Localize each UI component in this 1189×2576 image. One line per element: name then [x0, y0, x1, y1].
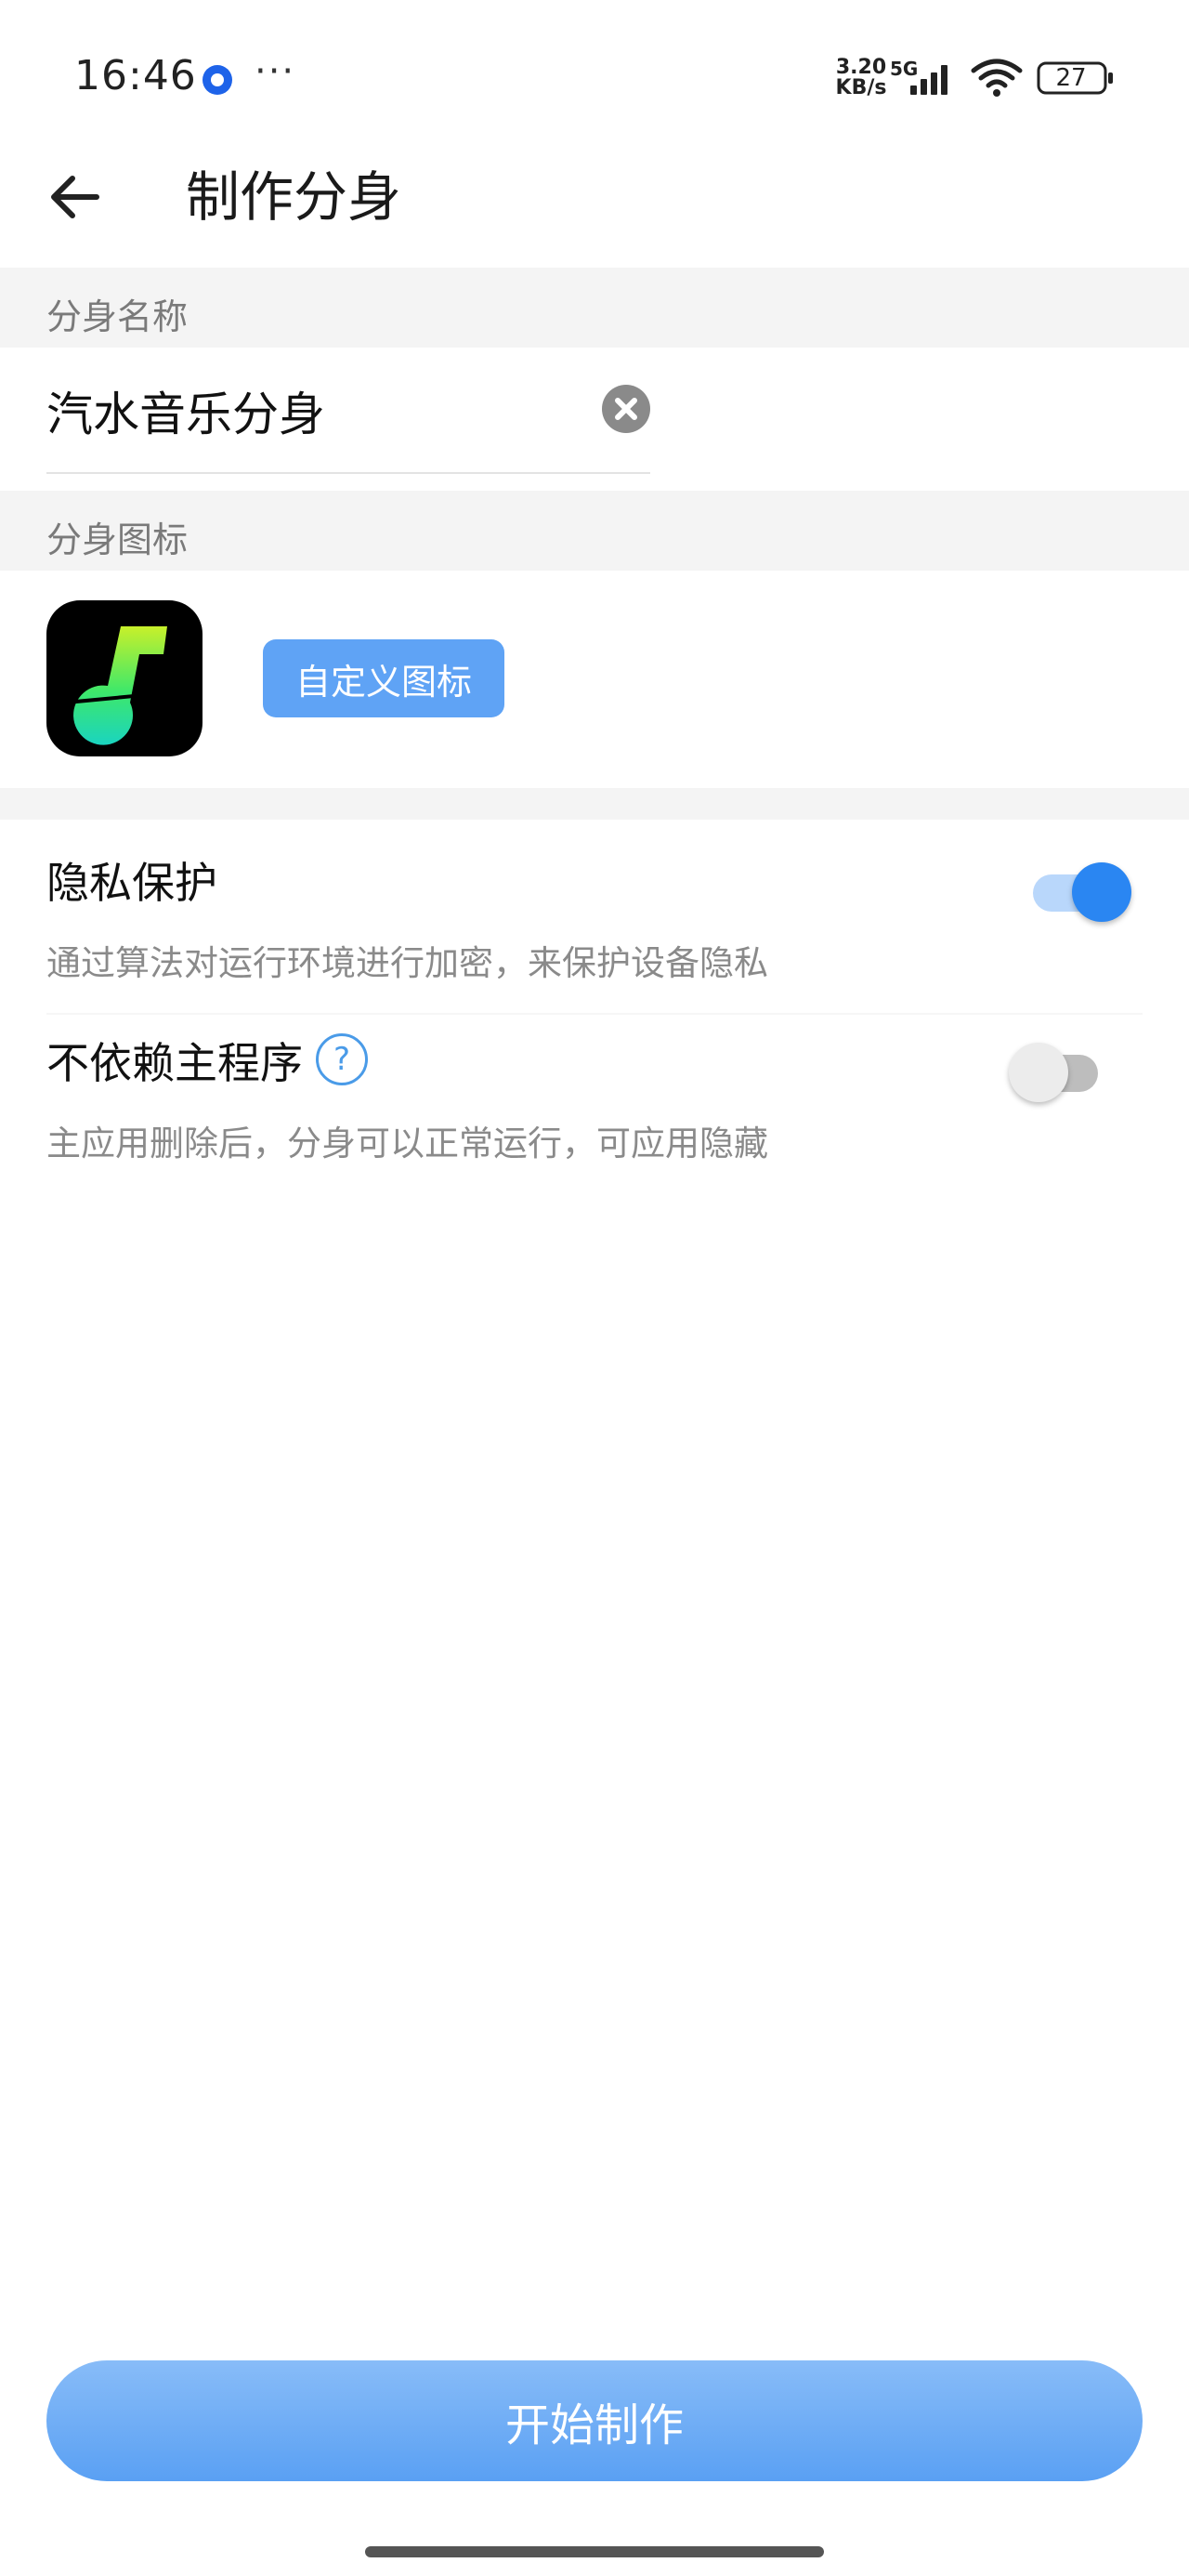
network-speed-value: 3.20	[835, 56, 887, 79]
section-divider	[0, 788, 1189, 820]
toggle-thumb	[1009, 1043, 1068, 1102]
icon-section-header: 分身图标	[0, 491, 1189, 571]
clone-name-input[interactable]	[46, 374, 567, 448]
page-title: 制作分身	[186, 165, 402, 229]
custom-icon-button[interactable]: 自定义图标	[263, 639, 504, 717]
notification-app-icon	[203, 65, 232, 95]
privacy-protection-description: 通过算法对运行环境进行加密，来保护设备隐私	[46, 943, 768, 983]
row-divider	[46, 1013, 1143, 1015]
start-create-button[interactable]: 开始制作	[46, 2360, 1143, 2481]
soda-music-app-icon	[46, 600, 203, 756]
independent-mode-description: 主应用删除后，分身可以正常运行，可应用隐藏	[46, 1124, 768, 1163]
toggle-thumb	[1072, 862, 1131, 922]
status-bar: 16:46 ··· 3.20 KB/s 5G 27	[0, 0, 1189, 156]
privacy-protection-title: 隐私保护	[46, 858, 217, 908]
back-button[interactable]	[37, 160, 111, 234]
arrow-left-icon	[51, 176, 99, 218]
home-indicator[interactable]	[365, 2546, 824, 2557]
signal-icon	[910, 65, 947, 95]
question-circle-icon[interactable]: ?	[316, 1033, 368, 1085]
name-section-header: 分身名称	[0, 268, 1189, 348]
independent-mode-title: 不依赖主程序	[46, 1038, 303, 1088]
network-speed-unit: KB/s	[835, 76, 887, 99]
music-note-icon	[65, 626, 184, 745]
battery-level: 27	[1055, 64, 1087, 92]
icon-section-label: 分身图标	[46, 519, 189, 560]
name-section-label: 分身名称	[46, 296, 189, 337]
privacy-protection-toggle[interactable]	[1031, 855, 1133, 922]
network-speed: 3.20 KB/s	[834, 58, 888, 99]
clear-input-button[interactable]	[600, 383, 652, 435]
status-time: 16:46	[74, 52, 197, 99]
clone-name-field	[46, 348, 650, 474]
wifi-icon	[971, 59, 1023, 97]
independent-mode-toggle[interactable]	[1009, 1035, 1111, 1102]
status-more-icon: ···	[255, 50, 296, 93]
